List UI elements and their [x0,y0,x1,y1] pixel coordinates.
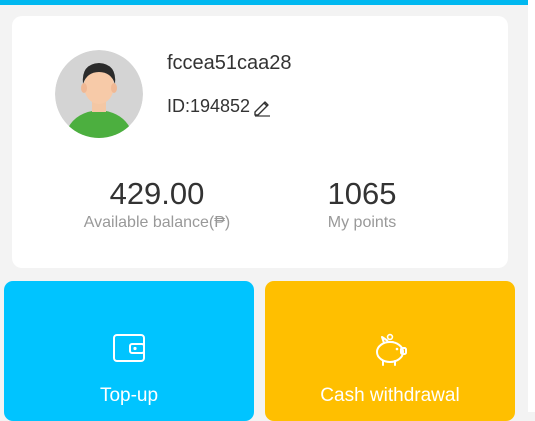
points-value: 1065 [327,176,397,211]
piggy-bank-icon [371,333,409,372]
user-id: ID:194852 [167,96,251,116]
scroll-edge [528,0,535,412]
points-label: My points [327,214,397,231]
user-id-row: ID:194852 [167,96,272,117]
balance-stat[interactable]: 429.00 Available balance(₱) [67,176,247,232]
wallet-icon [112,333,146,368]
top-accent-bar [0,0,528,5]
topup-button[interactable]: Top-up [4,281,254,421]
user-avatar-icon [55,50,143,138]
points-stat[interactable]: 1065 My points [282,176,442,232]
avatar[interactable] [55,50,143,138]
balance-label: Available balance(₱) [83,214,231,231]
cash-withdrawal-button[interactable]: Cash withdrawal [265,281,515,421]
account-card: fccea51caa28 ID:194852 429.00 Available … [12,16,508,268]
username: fccea51caa28 [167,52,292,74]
balance-value: 429.00 [109,176,205,211]
pencil-icon[interactable] [252,97,272,117]
topup-label: Top-up [99,385,159,406]
cash-withdrawal-label: Cash withdrawal [320,385,460,406]
